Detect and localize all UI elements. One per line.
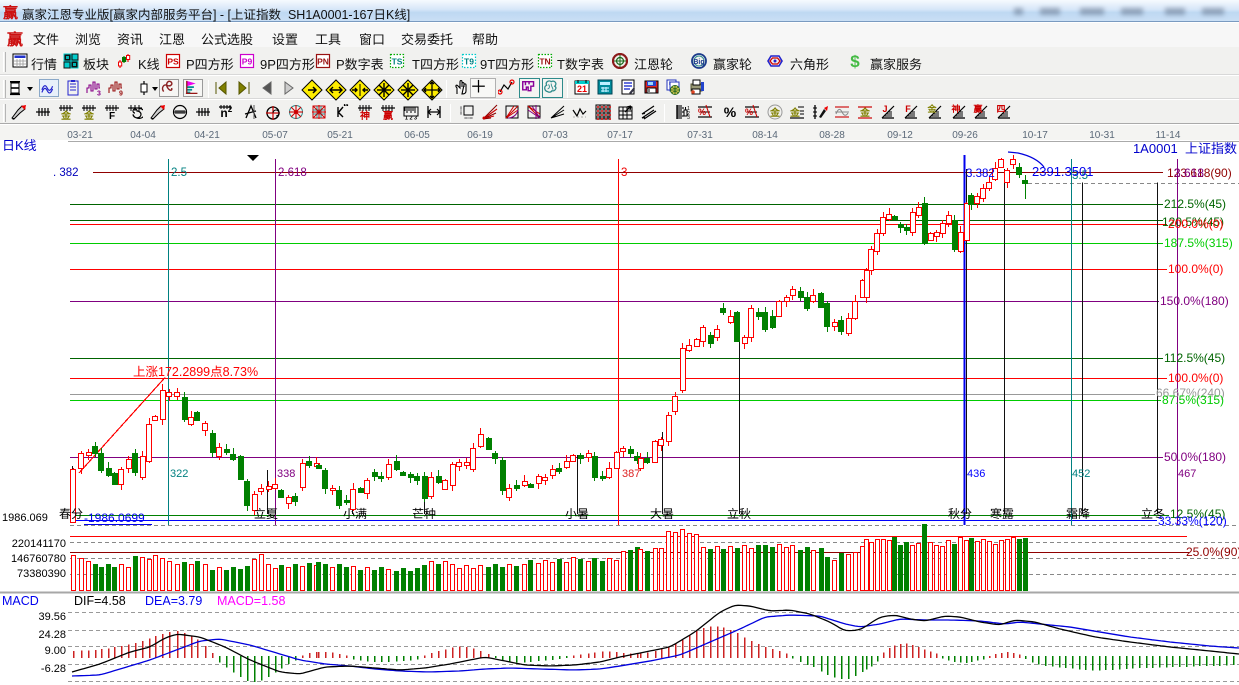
svg-text:小满: 小满 bbox=[343, 507, 367, 521]
svg-text:秋分: 秋分 bbox=[948, 507, 972, 521]
svg-text:07-17: 07-17 bbox=[607, 130, 633, 141]
svg-text:24.28: 24.28 bbox=[38, 629, 66, 641]
svg-text:MACD: MACD bbox=[2, 594, 39, 608]
svg-text:-1986.0699: -1986.0699 bbox=[84, 511, 145, 525]
svg-text:2391.3501: 2391.3501 bbox=[1032, 164, 1093, 179]
svg-text:立夏: 立夏 bbox=[254, 507, 278, 521]
svg-text:220141170: 220141170 bbox=[12, 538, 66, 550]
svg-text:338: 338 bbox=[277, 468, 295, 480]
svg-text:3.618: 3.618 bbox=[1174, 166, 1204, 180]
svg-text:DEA=3.79: DEA=3.79 bbox=[145, 594, 202, 608]
svg-text:03-21: 03-21 bbox=[67, 130, 93, 141]
svg-text:立秋: 立秋 bbox=[727, 507, 751, 521]
svg-text:187.5%(315): 187.5%(315) bbox=[1164, 236, 1233, 250]
svg-text:150.0%(180): 150.0%(180) bbox=[1160, 294, 1229, 308]
svg-text:04-04: 04-04 bbox=[130, 130, 156, 141]
svg-text:73380390: 73380390 bbox=[17, 568, 66, 580]
svg-text:3.382: 3.382 bbox=[966, 168, 995, 180]
svg-text:11-14: 11-14 bbox=[1156, 130, 1181, 141]
svg-text:09-26: 09-26 bbox=[952, 130, 978, 141]
svg-text:日K线: 日K线 bbox=[2, 138, 37, 153]
svg-text:146760780: 146760780 bbox=[11, 553, 66, 565]
svg-text:100.0%(0): 100.0%(0) bbox=[1168, 262, 1223, 276]
svg-text:112.5%(45): 112.5%(45) bbox=[1164, 351, 1225, 365]
svg-text:1A0001 上证指数: 1A0001 上证指数 bbox=[1133, 141, 1237, 156]
svg-text:212.5%(45): 212.5%(45) bbox=[1164, 197, 1226, 211]
svg-text:06-19: 06-19 bbox=[467, 130, 493, 141]
svg-text:上涨172.2899点8.73%: 上涨172.2899点8.73% bbox=[133, 365, 258, 379]
svg-text:大暑: 大暑 bbox=[650, 507, 674, 521]
svg-text:05-07: 05-07 bbox=[262, 130, 288, 141]
svg-text:MACD=1.58: MACD=1.58 bbox=[217, 594, 285, 608]
svg-text:春分: 春分 bbox=[59, 507, 83, 521]
svg-text:452: 452 bbox=[1072, 468, 1090, 480]
svg-text:10-17: 10-17 bbox=[1022, 130, 1048, 141]
svg-text:07-03: 07-03 bbox=[542, 130, 568, 141]
svg-text:09-12: 09-12 bbox=[887, 130, 913, 141]
svg-text:06-05: 06-05 bbox=[404, 130, 430, 141]
svg-text:-6.28: -6.28 bbox=[41, 663, 66, 675]
svg-text:08-28: 08-28 bbox=[819, 130, 845, 141]
svg-text:1986.069: 1986.069 bbox=[2, 512, 48, 524]
svg-text:. 382: . 382 bbox=[53, 167, 79, 179]
svg-text:04-21: 04-21 bbox=[194, 130, 220, 141]
svg-text:467: 467 bbox=[1178, 468, 1196, 480]
svg-text:25.0%(90): 25.0%(90) bbox=[1186, 545, 1239, 559]
svg-text:9.00: 9.00 bbox=[45, 645, 66, 657]
svg-text:DIF=4.58: DIF=4.58 bbox=[74, 594, 126, 608]
svg-text:2.618: 2.618 bbox=[278, 167, 307, 179]
svg-text:436: 436 bbox=[967, 468, 985, 480]
svg-text:05-21: 05-21 bbox=[327, 130, 353, 141]
svg-text:39.56: 39.56 bbox=[38, 611, 66, 623]
svg-text:50.0%(180): 50.0%(180) bbox=[1164, 450, 1226, 464]
svg-text:07-31: 07-31 bbox=[687, 130, 713, 141]
svg-text:芒种: 芒种 bbox=[412, 507, 436, 521]
svg-text:322: 322 bbox=[170, 468, 188, 480]
svg-text:3: 3 bbox=[621, 167, 627, 179]
svg-text:200.0%(0): 200.0%(0) bbox=[1168, 217, 1223, 231]
svg-text:08-14: 08-14 bbox=[752, 130, 778, 141]
svg-text:10-31: 10-31 bbox=[1089, 130, 1115, 141]
svg-text:寒露: 寒露 bbox=[990, 507, 1014, 521]
svg-text:2.5: 2.5 bbox=[171, 167, 187, 179]
svg-text:100.0%(0): 100.0%(0) bbox=[1168, 371, 1223, 385]
svg-text:小暑: 小暑 bbox=[565, 507, 589, 521]
svg-text:33.33%(120): 33.33%(120) bbox=[1158, 514, 1227, 528]
svg-text:87.5%(315): 87.5%(315) bbox=[1162, 393, 1224, 407]
svg-text:霜降: 霜降 bbox=[1066, 507, 1090, 521]
svg-text:387: 387 bbox=[622, 468, 640, 480]
